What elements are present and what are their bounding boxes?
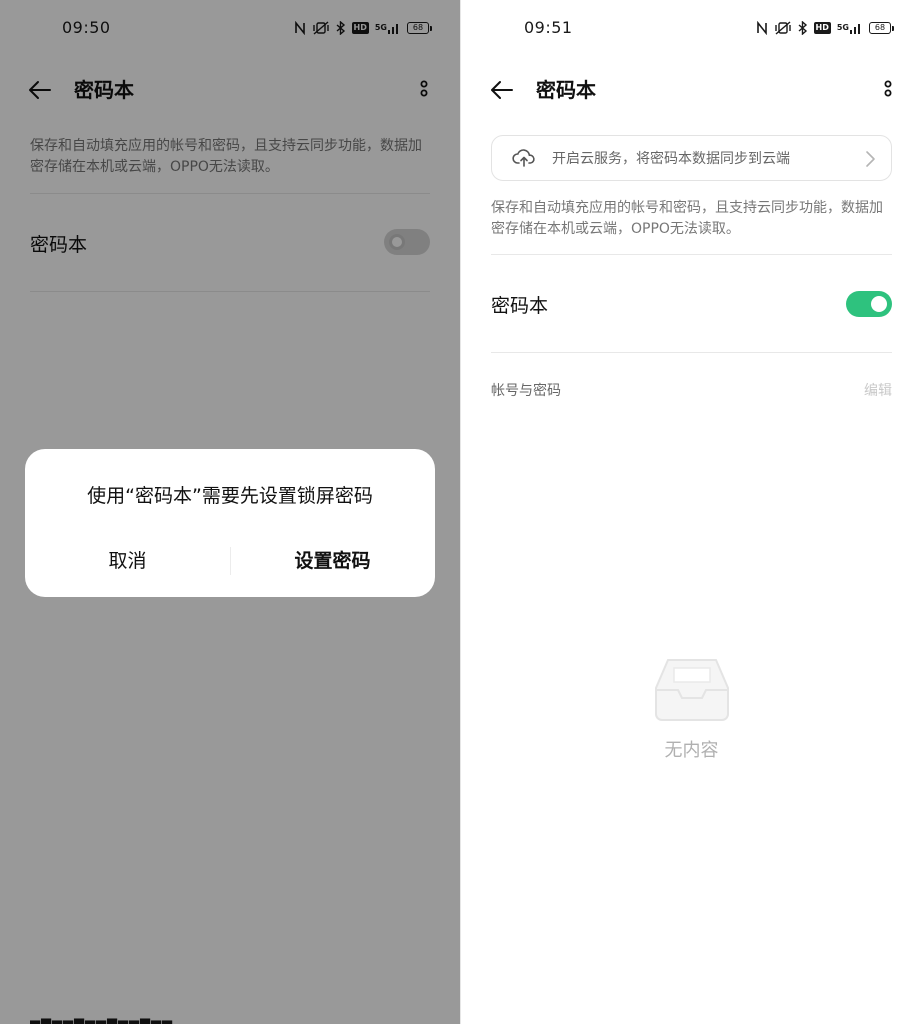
set-password-button[interactable]: 设置密码	[230, 541, 435, 581]
empty-tray-icon	[654, 656, 730, 722]
edit-button[interactable]: 编辑	[864, 380, 892, 400]
password-book-toggle-label: 密码本	[491, 295, 549, 317]
cloud-sync-text: 开启云服务，将密码本数据同步到云端	[552, 151, 790, 167]
empty-state-text: 无内容	[664, 740, 719, 761]
status-icons: HD 5G 68	[756, 18, 894, 38]
more-vertical-icon[interactable]	[882, 78, 894, 102]
battery-level: 68	[869, 22, 891, 34]
dialog-message: 使用“密码本”需要先设置锁屏密码	[87, 485, 373, 507]
accounts-section-label: 帐号与密码	[491, 383, 561, 399]
divider	[491, 254, 892, 255]
chevron-right-icon	[863, 149, 877, 169]
network-type-label: 5G	[836, 23, 849, 32]
bluetooth-icon	[798, 19, 808, 37]
description-text: 保存和自动填充应用的帐号和密码，且支持云同步功能，数据加密存储在本机或云端，OP…	[491, 200, 883, 237]
nfc-icon	[756, 19, 768, 37]
back-arrow-icon[interactable]	[488, 76, 516, 104]
cloud-sync-banner[interactable]: 开启云服务，将密码本数据同步到云端	[491, 135, 892, 181]
lock-screen-dialog: 使用“密码本”需要先设置锁屏密码 取消 设置密码	[25, 449, 435, 597]
left-screen: 09:50 HD 5G 68 密码本 保存和自动填充应用的帐号和密码，且支持云同…	[0, 0, 460, 1024]
toolbar: 密码本	[461, 64, 922, 116]
signal-icon: 5G	[837, 19, 863, 37]
battery-icon: 68	[869, 22, 894, 34]
right-screen: 09:51 HD 5G 68 密码本 开启云服务，将密码本数据同步到云端 保存和…	[461, 0, 922, 1024]
vibrate-icon	[774, 19, 792, 37]
status-time: 09:51	[524, 18, 573, 37]
status-bar: 09:51 HD 5G 68	[461, 0, 922, 56]
toggle-knob	[871, 296, 887, 312]
cancel-button[interactable]: 取消	[25, 541, 230, 581]
hd-badge-icon: HD	[813, 22, 831, 34]
cloud-upload-icon	[512, 148, 536, 168]
divider	[491, 352, 892, 353]
page-title: 密码本	[536, 78, 596, 102]
password-book-toggle[interactable]	[846, 291, 892, 317]
